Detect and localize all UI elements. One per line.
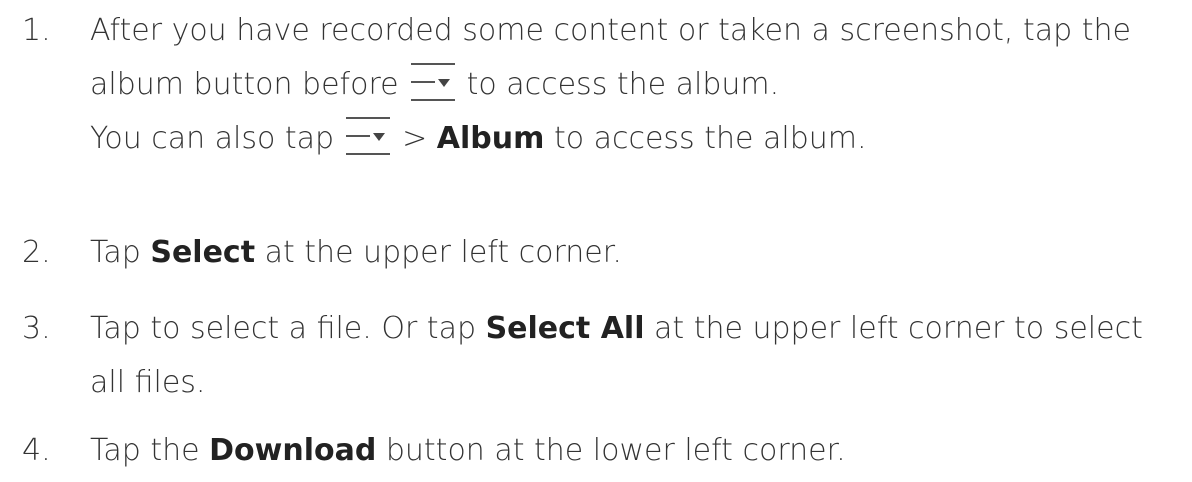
menu-dropdown-icon <box>409 60 457 104</box>
download-label: Download <box>209 433 377 468</box>
step-body: Tap the Download button at the lower lef… <box>90 424 1172 478</box>
instruction-document: 1. After you have recorded some content … <box>0 0 1192 482</box>
step-4-after: button at the lower left corner. <box>385 433 846 468</box>
step-body: Tap to select a file. Or tap Select All … <box>90 302 1172 410</box>
step-number: 1. <box>22 13 51 48</box>
step-2-after: at the upper left corner. <box>264 235 622 270</box>
menu-dropdown-icon <box>344 114 392 158</box>
breadcrumb-separator: > <box>402 121 428 156</box>
step-3-before: Tap to select a file. Or tap <box>90 311 477 346</box>
step-1-text-before-icon: album button before <box>90 67 399 102</box>
album-label: Album <box>436 121 545 156</box>
step-1-line-3-before: You can also tap <box>90 121 335 156</box>
step-body: After you have recorded some content or … <box>90 4 1172 166</box>
step-1-line-3-after: to access the album. <box>553 121 867 156</box>
step-number: 3. <box>22 311 51 346</box>
step-number: 4. <box>22 433 51 468</box>
step-1-line-1: After you have recorded some content or … <box>90 13 1131 48</box>
step-1-line-2: album button before to access the album. <box>90 58 1172 112</box>
step-2-before: Tap <box>90 235 141 270</box>
step-1-text-after-icon: to access the album. <box>466 67 780 102</box>
select-all-label: Select All <box>485 311 645 346</box>
step-number: 2. <box>22 235 51 270</box>
select-label: Select <box>150 235 256 270</box>
step-4-before: Tap the <box>90 433 200 468</box>
step-body: Tap Select at the upper left corner. <box>90 226 1172 280</box>
step-1-line-3: You can also tap > Album to access the al… <box>90 112 1172 166</box>
